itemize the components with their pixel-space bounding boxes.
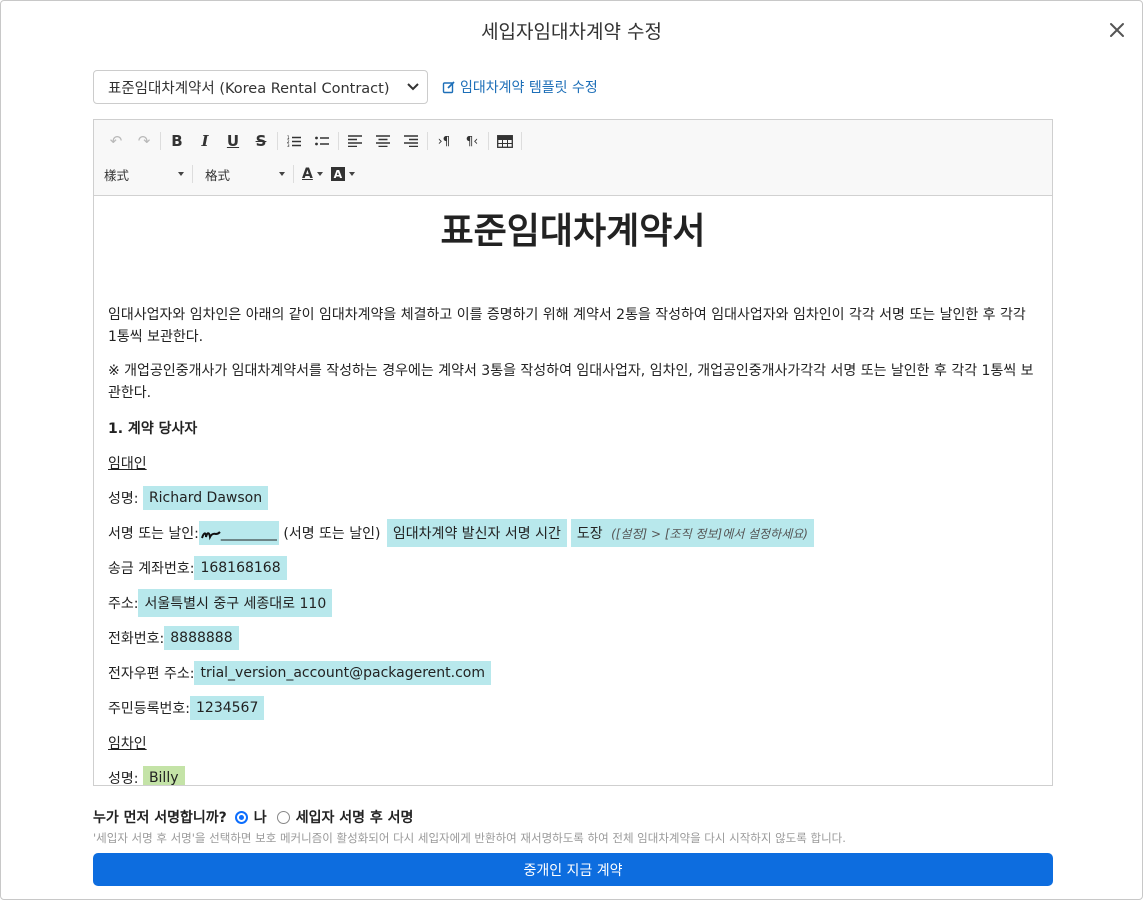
- template-select[interactable]: 표준임대차계약서 (Korea Rental Contract): [93, 70, 428, 104]
- table-icon[interactable]: [493, 130, 517, 152]
- text-color-icon: A: [302, 166, 313, 182]
- toolbar-separator: [277, 132, 278, 150]
- address-row: 주소: 서울특별시 중구 세종대로 110: [108, 585, 1038, 620]
- stamp-field[interactable]: 도장 ([설정] > [조직 정보]에서 설정하세요): [570, 518, 814, 547]
- signature-blank: ________: [220, 524, 277, 541]
- account-row: 송금 계좌번호: 168168168: [108, 550, 1038, 585]
- ltr-direction-icon[interactable]: ›¶: [432, 130, 456, 152]
- rrn-row: 주민등록번호: 1234567: [108, 690, 1038, 725]
- sign-order-question: 누가 먼저 서명합니까?: [93, 810, 227, 826]
- landlord-name-row: 성명: Richard Dawson: [108, 480, 1038, 515]
- signature-row: 서명 또는 날인: ________ (서명 또는 날인) 임대차계약 발신자 …: [108, 515, 1038, 550]
- modal-title: 세입자임대차계약 수정: [481, 21, 662, 43]
- underline-icon[interactable]: U: [221, 130, 245, 152]
- numbered-list-icon[interactable]: 123: [282, 130, 306, 152]
- account-label: 송금 계좌번호:: [108, 560, 195, 577]
- toolbar-separator: [488, 132, 489, 150]
- stamp-label: 도장: [576, 525, 603, 542]
- template-row: 표준임대차계약서 (Korea Rental Contract) 임대차계약 템…: [93, 70, 598, 104]
- template-select-value: 표준임대차계약서 (Korea Rental Contract): [108, 80, 390, 97]
- close-icon[interactable]: [1106, 19, 1128, 41]
- tenant-heading-row: 임차인: [108, 725, 1038, 760]
- intro-paragraph: 임대사업자와 임차인은 아래의 같이 임대차계약을 체결하고 이를 증명하기 위…: [108, 307, 1026, 345]
- sign-order-row: 누가 먼저 서명합니까? 나 세입자 서명 후 서명: [93, 807, 413, 827]
- tenant-heading: 임차인: [108, 735, 147, 752]
- phone-field[interactable]: 8888888: [164, 625, 239, 650]
- account-field[interactable]: 168168168: [194, 555, 287, 580]
- edit-template-link[interactable]: 임대차계약 템플릿 수정: [442, 77, 598, 97]
- chevron-down-icon: [348, 172, 355, 176]
- edit-contract-modal: 세입자임대차계약 수정 표준임대차계약서 (Korea Rental Contr…: [0, 0, 1143, 900]
- background-color-button[interactable]: A: [327, 163, 359, 185]
- edit-template-label: 임대차계약 템플릿 수정: [460, 80, 598, 96]
- undo-icon[interactable]: ↶: [104, 130, 128, 152]
- text-color-button[interactable]: A: [298, 163, 327, 185]
- chevron-down-icon: [279, 172, 285, 176]
- tenant-name-row: 성명: Billy: [108, 760, 1038, 785]
- section-1-title: 1. 계약 당사자: [108, 420, 198, 437]
- signature-scribble-icon: [200, 530, 221, 540]
- landlord-heading: 임대인: [108, 455, 147, 472]
- editor-content[interactable]: 표준임대차계약서 임대사업자와 임차인은 아래의 같이 임대차계약을 체결하고 …: [94, 196, 1052, 785]
- background-color-icon: A: [330, 167, 345, 181]
- style-dropdown[interactable]: 樣式: [104, 163, 188, 185]
- section-heading: 1. 계약 당사자: [108, 410, 1038, 445]
- editor-toolbar: ↶ ↷ B I U S 123 ›¶ ¶‹ 樣式 格式 A A: [94, 120, 1052, 196]
- document-title: 표준임대차계약서: [440, 211, 706, 252]
- toolbar-separator: [427, 132, 428, 150]
- format-dropdown-label: 格式: [205, 167, 231, 183]
- signature-label: 서명 또는 날인:: [108, 525, 199, 542]
- align-center-icon[interactable]: [371, 130, 395, 152]
- chevron-down-icon: [407, 83, 419, 91]
- strikethrough-icon[interactable]: S: [249, 130, 273, 152]
- radio-after-tenant-label[interactable]: 세입자 서명 후 서명: [296, 807, 414, 827]
- stamp-note: ([설정] > [조직 정보]에서 설정하세요): [611, 526, 808, 541]
- rtl-direction-icon[interactable]: ¶‹: [460, 130, 484, 152]
- email-field[interactable]: trial_version_account@packagerent.com: [194, 660, 491, 685]
- toolbar-separator: [160, 132, 161, 150]
- toolbar-separator: [293, 165, 294, 183]
- landlord-heading-row: 임대인: [108, 445, 1038, 480]
- note-paragraph: ※ 개업공인중개사가 임대차계약서를 작성하는 경우에는 계약서 3통을 작성하…: [108, 363, 1034, 401]
- chevron-down-icon: [316, 172, 323, 176]
- rrn-label: 주민등록번호:: [108, 700, 190, 717]
- toolbar-separator: [521, 132, 522, 150]
- style-dropdown-label: 樣式: [104, 167, 130, 183]
- toolbar-separator: [192, 165, 193, 183]
- email-row: 전자우편 주소: trial_version_account@packagere…: [108, 655, 1038, 690]
- redo-icon[interactable]: ↷: [132, 130, 156, 152]
- align-right-icon[interactable]: [399, 130, 423, 152]
- radio-me[interactable]: [234, 810, 248, 824]
- phone-label: 전화번호:: [108, 630, 165, 647]
- signature-time-field[interactable]: 임대차계약 발신자 서명 시간: [386, 518, 567, 547]
- sign-order-help: '세입자 서명 후 서명'을 선택하면 보호 메커니즘이 활성화되어 다시 세입…: [93, 831, 846, 845]
- signature-suffix: (서명 또는 날인): [283, 525, 381, 542]
- contract-editor: ↶ ↷ B I U S 123 ›¶ ¶‹ 樣式 格式 A A 표준임대차계약서…: [93, 119, 1053, 786]
- name-label: 성명:: [108, 490, 139, 507]
- toolbar-separator: [338, 132, 339, 150]
- tenant-name-label: 성명:: [108, 770, 139, 786]
- radio-me-label[interactable]: 나: [254, 807, 267, 827]
- tenant-name-field[interactable]: Billy: [142, 765, 185, 785]
- svg-text:3: 3: [287, 143, 290, 147]
- address-field[interactable]: 서울특별시 중구 세종대로 110: [138, 588, 333, 617]
- signature-field[interactable]: ________: [198, 520, 279, 545]
- format-dropdown[interactable]: 格式: [197, 163, 289, 185]
- bold-icon[interactable]: B: [165, 130, 189, 152]
- rrn-field[interactable]: 1234567: [190, 695, 265, 720]
- chevron-down-icon: [178, 172, 184, 176]
- radio-after-tenant[interactable]: [276, 810, 290, 824]
- align-left-icon[interactable]: [343, 130, 367, 152]
- address-label: 주소:: [108, 595, 139, 612]
- bullet-list-icon[interactable]: [310, 130, 334, 152]
- submit-contract-button[interactable]: 중개인 지금 계약: [93, 853, 1053, 886]
- email-label: 전자우편 주소:: [108, 665, 195, 682]
- landlord-name-field[interactable]: Richard Dawson: [142, 485, 269, 510]
- edit-icon: [442, 81, 455, 94]
- italic-icon[interactable]: I: [193, 130, 217, 152]
- phone-row: 전화번호: 8888888: [108, 620, 1038, 655]
